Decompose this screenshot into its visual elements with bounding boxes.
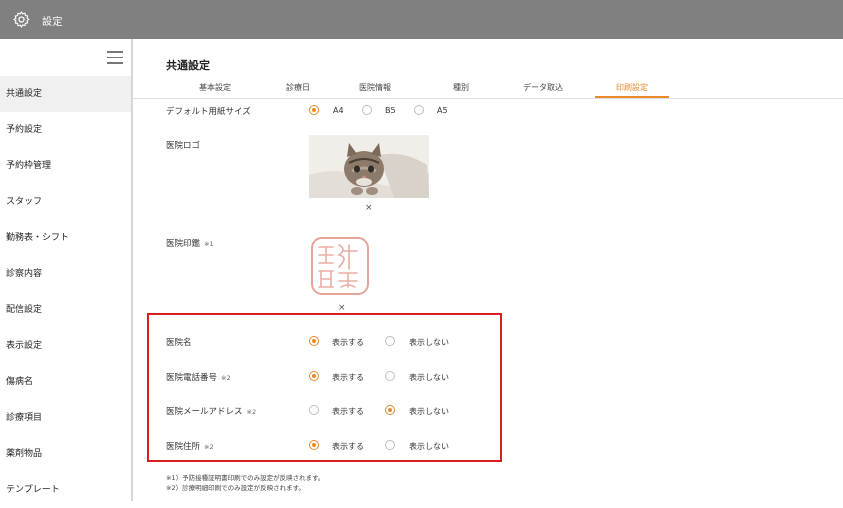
tab-basic[interactable]: 基本設定 [178,81,252,98]
clinic-phone-hide-label: 表示しない [409,373,449,382]
radio-paper-b5[interactable] [362,105,372,115]
radio-clinic-phone-hide[interactable] [385,371,395,381]
sidebar-item-reservation-settings[interactable]: 予約設定 [0,112,131,148]
radio-clinic-address-show[interactable] [309,440,319,450]
radio-clinic-name-show[interactable] [309,336,319,346]
paper-b5-label: B5 [385,106,396,115]
sidebar-item-medicines[interactable]: 薬剤物品 [0,436,131,472]
footnote-1: ※1）予防接種証明書印刷でのみ設定が反映されます。 [166,474,325,482]
sidebar: 共通設定 予約設定 予約枠管理 スタッフ 勤務表・シフト 診察内容 配信設定 表… [0,39,133,501]
remove-stamp-icon[interactable]: × [338,303,346,313]
footnote-2: ※2）診療明細印刷でのみ設定が反映されます。 [166,484,305,492]
radio-paper-a5[interactable] [414,105,424,115]
page-title: 共通設定 [166,59,210,72]
clinic-name-show-label: 表示する [332,338,364,347]
radio-clinic-name-hide[interactable] [385,336,395,346]
app-title: 設定 [42,17,63,28]
stamp-note: ※1 [204,240,214,248]
radio-clinic-address-hide[interactable] [385,440,395,450]
clinic-name-hide-label: 表示しない [409,338,449,347]
clinic-phone-label-text: 医院電話番号 [166,373,218,383]
tab-types[interactable]: 種別 [441,81,481,98]
radio-paper-a4[interactable] [309,105,319,115]
sidebar-item-delivery[interactable]: 配信設定 [0,292,131,328]
clinic-stamp-image [309,235,371,297]
sidebar-item-common-settings[interactable]: 共通設定 [0,76,131,112]
clinic-phone-show-label: 表示する [332,373,364,382]
clinic-name-label: 医院名 [166,336,192,348]
clinic-logo-image [309,135,429,198]
remove-logo-icon[interactable]: × [365,203,373,213]
clinic-address-note: ※2 [204,443,214,451]
radio-clinic-email-show[interactable] [309,405,319,415]
clinic-phone-label: 医院電話番号 ※2 [166,371,231,383]
sidebar-item-templates[interactable]: テンプレート [0,472,131,508]
logo-label: 医院ロゴ [166,141,201,151]
tab-clinic-days[interactable]: 診療日 [273,81,323,98]
clinic-email-note: ※2 [246,408,257,416]
paper-size-label: デフォルト用紙サイズ [166,107,251,117]
clinic-address-label: 医院住所 ※2 [166,440,214,452]
menu-toggle-icon[interactable] [107,51,123,64]
radio-clinic-email-hide[interactable] [385,405,395,415]
sidebar-item-reservation-slots[interactable]: 予約枠管理 [0,148,131,184]
clinic-phone-note: ※2 [221,374,231,382]
sidebar-item-treatment-items[interactable]: 診療項目 [0,400,131,436]
clinic-email-hide-label: 表示しない [409,407,449,416]
stamp-label: 医院印鑑 ※1 [166,237,214,249]
sidebar-item-disease-names[interactable]: 傷病名 [0,364,131,400]
clinic-address-hide-label: 表示しない [409,442,449,451]
tab-bar: 基本設定 診療日 医院情報 種別 データ取込 印刷設定 [133,81,843,99]
tab-data-import[interactable]: データ取込 [513,81,573,98]
paper-a4-label: A4 [333,106,344,115]
clinic-address-label-text: 医院住所 [166,442,201,452]
sidebar-item-staff[interactable]: スタッフ [0,184,131,220]
sidebar-item-shifts[interactable]: 勤務表・シフト [0,220,131,256]
gear-icon [13,11,30,28]
radio-clinic-phone-show[interactable] [309,371,319,381]
clinic-email-show-label: 表示する [332,407,364,416]
clinic-name-label-text: 医院名 [166,338,192,348]
main-content: 共通設定 基本設定 診療日 医院情報 種別 データ取込 印刷設定 デフォルト用紙… [133,39,843,501]
paper-a5-label: A5 [437,106,448,115]
clinic-email-label: 医院メールアドレス ※2 [166,405,256,417]
tab-clinic-info[interactable]: 医院情報 [345,81,405,98]
top-bar: 設定 [0,0,843,39]
stamp-label-text: 医院印鑑 [166,239,201,249]
sidebar-item-examination[interactable]: 診察内容 [0,256,131,292]
clinic-address-show-label: 表示する [332,442,364,451]
sidebar-item-display[interactable]: 表示設定 [0,328,131,364]
clinic-email-label-text: 医院メールアドレス [166,407,243,417]
tab-print-settings[interactable]: 印刷設定 [595,81,669,98]
